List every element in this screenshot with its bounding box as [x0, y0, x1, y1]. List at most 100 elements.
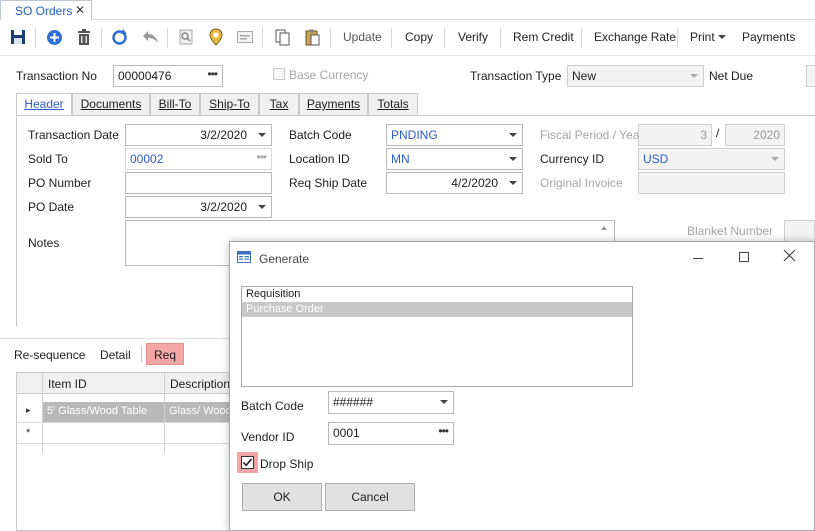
generate-type-listbox[interactable]: Requisition Purchase Order: [241, 286, 633, 387]
dialog-app-icon: [237, 251, 251, 266]
toolbar: Update Copy Verify Rem Credit Exchange R…: [0, 20, 815, 56]
sold-to-field[interactable]: 00002 •••: [125, 148, 272, 170]
grid-column-item-id[interactable]: Item ID: [48, 377, 87, 391]
dialog-batch-code-value: ######: [333, 395, 374, 409]
tab-header[interactable]: Header: [16, 93, 72, 116]
tab-ship-to[interactable]: Ship-To: [200, 93, 259, 115]
transaction-type-label: Transaction Type: [470, 69, 562, 83]
grid-column-description[interactable]: Description: [170, 377, 230, 391]
transaction-no-field[interactable]: 00000476 •••: [113, 65, 223, 87]
close-tab-icon[interactable]: ✕: [75, 3, 85, 17]
toolbar-separator: [101, 28, 102, 48]
lookup-dots-icon[interactable]: •••: [207, 67, 218, 81]
tab-documents[interactable]: Documents: [72, 93, 150, 115]
chevron-down-icon: [690, 74, 698, 78]
detail-tab[interactable]: Detail: [100, 348, 131, 362]
copy-button[interactable]: Copy: [405, 30, 433, 44]
tab-payments[interactable]: Payments: [299, 93, 368, 115]
delete-icon[interactable]: [75, 28, 93, 46]
net-due-field: [806, 65, 815, 87]
rem-credit-button[interactable]: Rem Credit: [513, 30, 574, 44]
drop-ship-label: Drop Ship: [260, 457, 314, 471]
fiscal-separator: /: [716, 126, 720, 140]
tab-so-orders[interactable]: SO Orders ✕: [0, 0, 92, 20]
print-button[interactable]: Print: [690, 30, 715, 44]
tab-so-orders-label: SO Orders: [15, 4, 73, 18]
print-dropdown-icon[interactable]: [718, 35, 726, 39]
po-date-field[interactable]: 3/2/2020: [125, 196, 272, 218]
verify-button[interactable]: Verify: [458, 30, 488, 44]
dialog-vendor-id-field[interactable]: 0001 •••: [328, 422, 454, 445]
payments-button[interactable]: Payments: [742, 30, 795, 44]
cell-item-id[interactable]: 5' Glass/Wood Table: [43, 402, 164, 422]
new-table-row[interactable]: *: [17, 424, 245, 444]
list-item[interactable]: Requisition: [242, 287, 632, 302]
refresh-icon[interactable]: [110, 28, 128, 46]
save-icon[interactable]: [9, 28, 27, 46]
location-pin-icon[interactable]: [207, 28, 225, 46]
ok-button[interactable]: OK: [242, 483, 322, 511]
dialog-batch-code-select[interactable]: ######: [328, 391, 454, 414]
cancel-button[interactable]: Cancel: [325, 483, 415, 511]
location-id-select[interactable]: MN: [386, 148, 523, 170]
chevron-down-icon[interactable]: [509, 133, 517, 137]
base-currency-checkbox[interactable]: [273, 68, 285, 80]
sold-to-value: 00002: [130, 152, 164, 166]
chevron-down-icon[interactable]: [509, 157, 517, 161]
fiscal-year-value: 2020: [753, 128, 780, 142]
toolbar-separator: [35, 28, 36, 48]
paste-icon[interactable]: [303, 28, 321, 46]
location-id-value: MN: [391, 152, 410, 166]
transaction-date-label: Transaction Date: [28, 128, 119, 142]
batch-code-select[interactable]: PNDING: [386, 124, 523, 146]
minimize-icon[interactable]: [693, 258, 703, 259]
lookup-dots-icon[interactable]: •••: [438, 424, 449, 438]
card-icon[interactable]: [236, 28, 254, 46]
currency-id-label: Currency ID: [540, 152, 605, 166]
table-row[interactable]: ▸ 5' Glass/Wood Table Glass/ Wood: [17, 402, 245, 423]
lookup-dots-icon[interactable]: •••: [256, 150, 267, 164]
tab-totals[interactable]: Totals: [368, 93, 418, 115]
toolbar-separator: [444, 28, 445, 48]
batch-code-value: PNDING: [391, 128, 438, 142]
transaction-no-value: 00000476: [118, 69, 172, 83]
toolbar-separator: [500, 28, 501, 48]
req-tab[interactable]: Req: [146, 343, 184, 365]
chevron-down-icon[interactable]: [509, 181, 517, 185]
chevron-down-icon[interactable]: [440, 400, 448, 404]
exchange-rate-button[interactable]: Exchange Rate: [594, 30, 676, 44]
location-id-label: Location ID: [289, 152, 350, 166]
fiscal-period-field: 3: [638, 124, 712, 146]
resequence-tab[interactable]: Re-sequence: [14, 348, 85, 362]
req-ship-date-field[interactable]: 4/2/2020: [386, 172, 523, 194]
currency-id-select[interactable]: USD: [638, 148, 785, 170]
transaction-type-select[interactable]: New: [567, 65, 704, 87]
currency-id-value: USD: [643, 152, 669, 166]
scroll-up-icon[interactable]: [601, 226, 607, 230]
req-tab-label: Req: [153, 348, 176, 362]
preview-icon[interactable]: [177, 28, 195, 46]
req-ship-date-value: 4/2/2020: [451, 176, 498, 190]
drop-ship-checkbox[interactable]: [241, 456, 254, 469]
tab-documents-label: Documents: [80, 97, 142, 111]
original-invoice-field: [638, 172, 785, 194]
transaction-date-field[interactable]: 3/2/2020: [125, 124, 272, 146]
dialog-vendor-id-label: Vendor ID: [241, 430, 295, 444]
list-item-selected[interactable]: Purchase Order: [242, 302, 632, 317]
copy-document-icon[interactable]: [273, 28, 291, 46]
checkmark-icon: [242, 458, 253, 467]
update-button[interactable]: Update: [343, 30, 382, 44]
add-new-icon[interactable]: [45, 28, 63, 46]
toolbar-separator: [262, 28, 263, 48]
maximize-icon[interactable]: [739, 252, 749, 262]
chevron-down-icon[interactable]: [258, 133, 266, 137]
tab-bill-to[interactable]: Bill-To: [150, 93, 200, 115]
po-number-field[interactable]: [125, 172, 272, 194]
close-icon[interactable]: [783, 249, 796, 265]
base-currency-label: Base Currency: [289, 68, 369, 82]
undo-icon[interactable]: [141, 28, 159, 46]
tab-tax[interactable]: Tax: [259, 93, 299, 115]
chevron-down-icon[interactable]: [258, 205, 266, 209]
po-date-value: 3/2/2020: [200, 200, 247, 214]
net-due-label: Net Due: [709, 69, 754, 83]
